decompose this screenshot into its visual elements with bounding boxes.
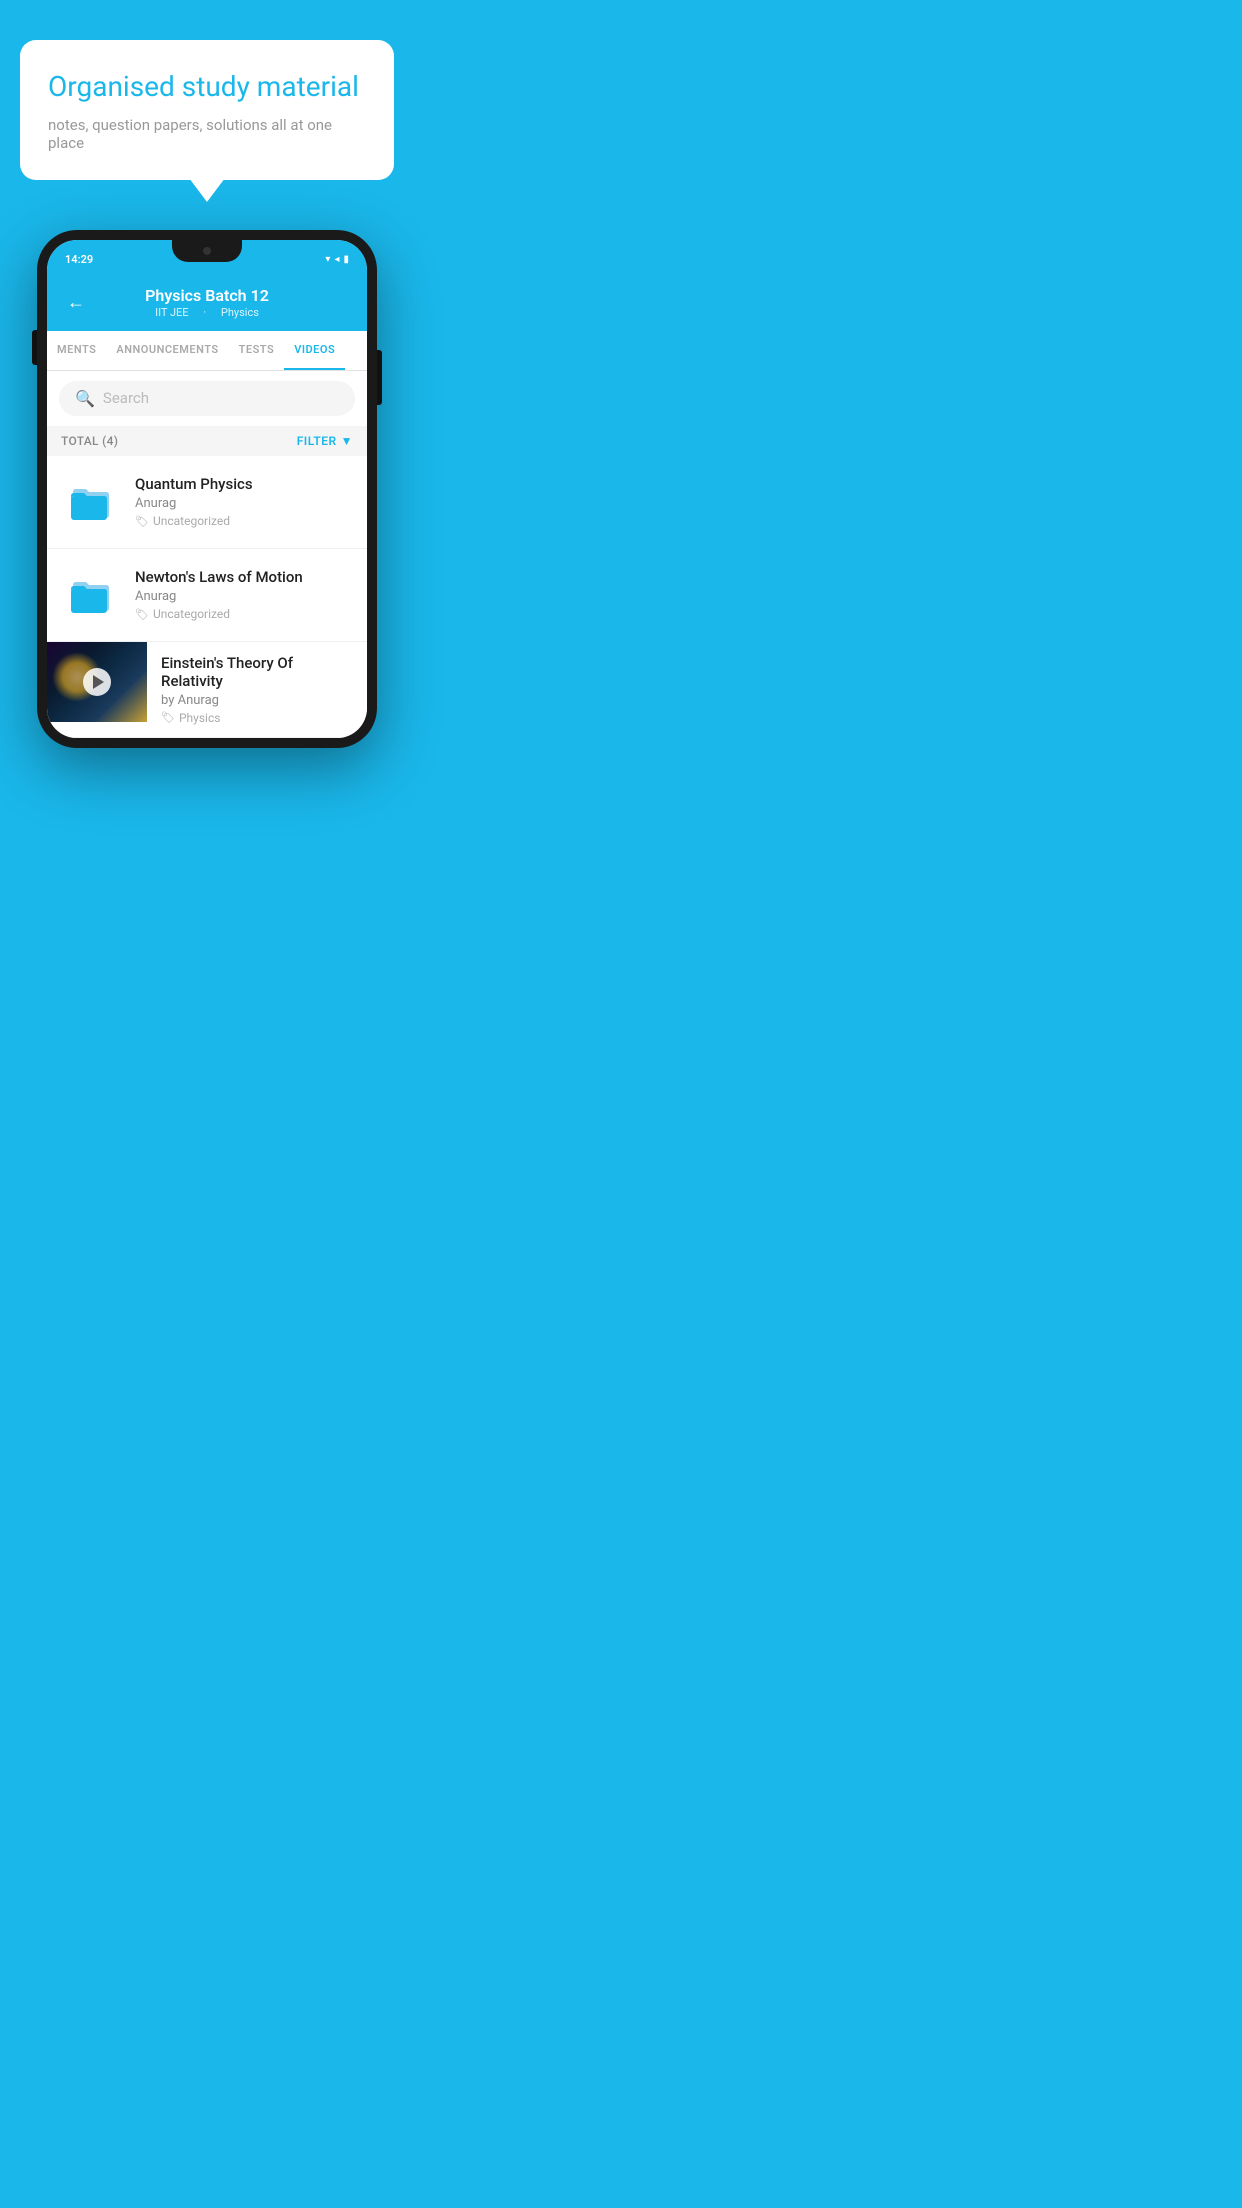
folder-thumbnail-1: [61, 472, 121, 532]
play-button[interactable]: [83, 668, 111, 696]
battery-icon: ▮: [343, 254, 349, 265]
filter-label: FILTER: [297, 434, 337, 448]
notch: [172, 240, 242, 262]
tag-label-3: Physics: [179, 711, 220, 725]
batch-subtitle: IIT JEE · Physics: [99, 306, 315, 319]
video-author-2: Anurag: [135, 589, 353, 604]
filter-bar: TOTAL (4) FILTER ▼: [47, 426, 367, 456]
tag-label-1: Uncategorized: [153, 514, 230, 528]
list-item[interactable]: Newton's Laws of Motion Anurag 🏷 Uncateg…: [47, 549, 367, 642]
camera-dot: [203, 247, 211, 255]
app-header: ← Physics Batch 12 IIT JEE · Physics: [47, 276, 367, 331]
subtitle-iit: IIT JEE: [155, 306, 188, 319]
list-item[interactable]: Quantum Physics Anurag 🏷 Uncategorized: [47, 456, 367, 549]
signal-icon: ◂: [334, 254, 339, 265]
phone-screen: 14:29 ▾ ◂ ▮ ← Physics Batch 12 IIT JEE ·…: [47, 240, 367, 738]
video-info-3: Einstein's Theory Of Relativity by Anura…: [147, 642, 367, 737]
bubble-title: Organised study material: [48, 70, 366, 104]
video-title-3: Einstein's Theory Of Relativity: [161, 654, 353, 690]
folder-icon: [69, 575, 113, 615]
header-title-area: Physics Batch 12 IIT JEE · Physics: [99, 286, 315, 319]
tab-ments[interactable]: MENTS: [47, 331, 106, 370]
search-container: 🔍 Search: [47, 371, 367, 426]
video-author-1: Anurag: [135, 496, 353, 511]
tag-label-2: Uncategorized: [153, 607, 230, 621]
tabs-bar: MENTS ANNOUNCEMENTS TESTS VIDEOS: [47, 331, 367, 371]
back-button[interactable]: ←: [63, 288, 89, 317]
status-time: 14:29: [65, 253, 93, 266]
tab-tests[interactable]: TESTS: [229, 331, 285, 370]
video-title-1: Quantum Physics: [135, 475, 353, 493]
filter-button[interactable]: FILTER ▼: [297, 434, 353, 448]
bubble-subtitle: notes, question papers, solutions all at…: [48, 116, 366, 152]
phone-frame: 14:29 ▾ ◂ ▮ ← Physics Batch 12 IIT JEE ·…: [37, 230, 377, 748]
tab-announcements[interactable]: ANNOUNCEMENTS: [106, 331, 228, 370]
video-info-2: Newton's Laws of Motion Anurag 🏷 Uncateg…: [135, 568, 353, 621]
tag-icon-3: 🏷: [161, 711, 175, 724]
video-tag-3: 🏷 Physics: [161, 711, 353, 725]
search-bar[interactable]: 🔍 Search: [59, 381, 355, 416]
filter-icon: ▼: [341, 434, 353, 448]
folder-icon: [69, 482, 113, 522]
video-tag-1: 🏷 Uncategorized: [135, 514, 353, 528]
video-title-2: Newton's Laws of Motion: [135, 568, 353, 586]
folder-thumbnail-2: [61, 565, 121, 625]
list-item[interactable]: Einstein's Theory Of Relativity by Anura…: [47, 642, 367, 738]
speech-bubble: Organised study material notes, question…: [20, 40, 394, 180]
subtitle-sep: ·: [203, 306, 209, 319]
search-icon: 🔍: [75, 389, 95, 408]
phone-mockup: 14:29 ▾ ◂ ▮ ← Physics Batch 12 IIT JEE ·…: [20, 230, 394, 748]
tab-videos[interactable]: VIDEOS: [284, 331, 345, 370]
tag-icon-2: 🏷: [135, 608, 149, 621]
status-bar: 14:29 ▾ ◂ ▮: [47, 240, 367, 276]
subtitle-physics: Physics: [221, 306, 259, 319]
wifi-icon: ▾: [325, 254, 330, 265]
total-count: TOTAL (4): [61, 434, 118, 448]
einstein-thumbnail: [47, 642, 147, 722]
video-author-3: by Anurag: [161, 693, 353, 708]
video-list: Quantum Physics Anurag 🏷 Uncategorized: [47, 456, 367, 738]
video-info-1: Quantum Physics Anurag 🏷 Uncategorized: [135, 475, 353, 528]
video-tag-2: 🏷 Uncategorized: [135, 607, 353, 621]
batch-title: Physics Batch 12: [99, 286, 315, 305]
search-placeholder: Search: [103, 389, 149, 407]
play-icon: [93, 675, 104, 689]
tag-icon-1: 🏷: [135, 515, 149, 528]
status-icons: ▾ ◂ ▮: [325, 254, 349, 265]
